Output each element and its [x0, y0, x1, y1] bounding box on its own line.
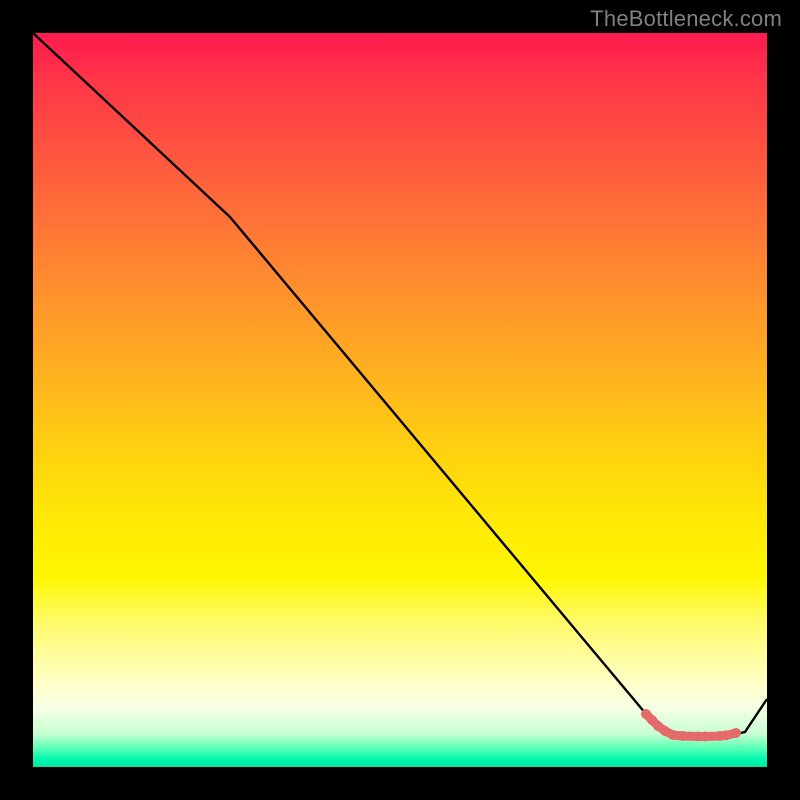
watermark-label: TheBottleneck.com: [590, 6, 782, 32]
chart-page: TheBottleneck.com: [0, 0, 800, 800]
bottom-border-mask: [0, 770, 800, 800]
chart-plot-area: [33, 33, 767, 767]
